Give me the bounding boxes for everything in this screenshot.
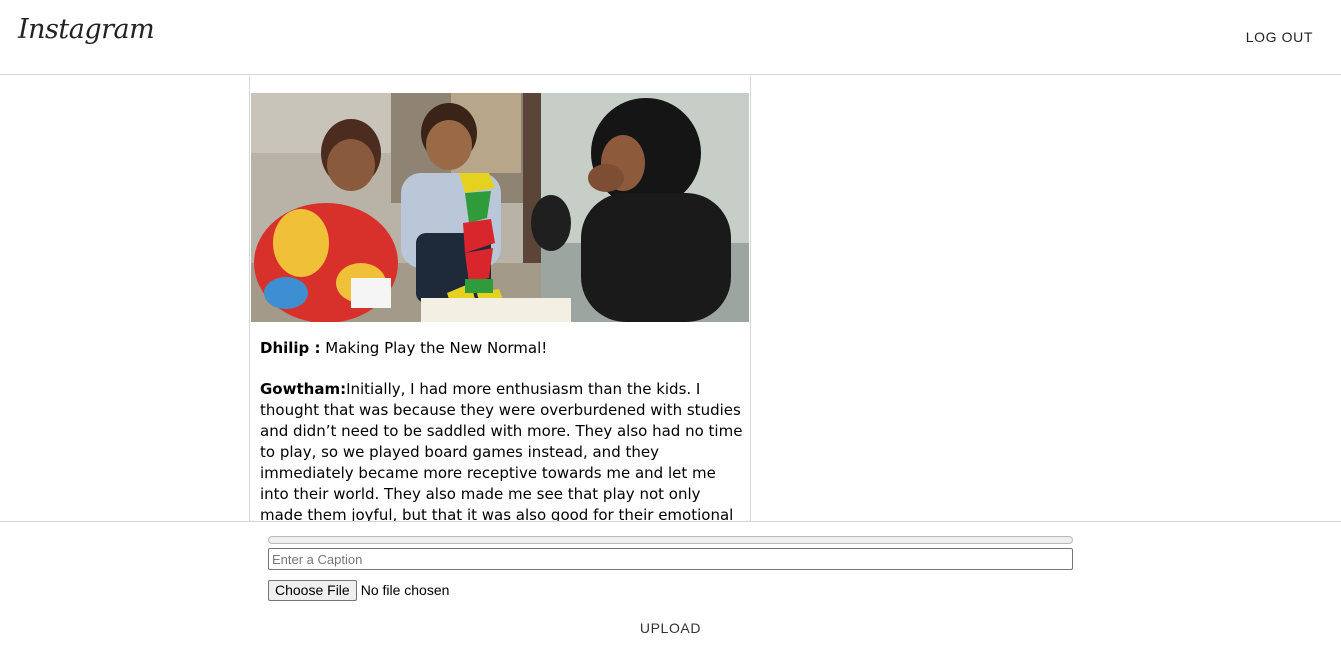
post-comment: Gowtham:Initially, I had more enthusiasm… — [260, 379, 744, 522]
choose-file-button[interactable]: Choose File — [268, 579, 357, 601]
top-header: Instagram LOG OUT — [0, 0, 1341, 75]
logout-button[interactable]: LOG OUT — [1246, 29, 1313, 45]
post-caption: Dhilip : Making Play the New Normal! — [260, 338, 744, 359]
comment-username[interactable]: Gowtham: — [260, 380, 346, 398]
file-picker: Choose File No file chosen — [268, 579, 449, 601]
upload-button[interactable]: UPLOAD — [640, 620, 701, 636]
upload-panel: Choose File No file chosen UPLOAD — [0, 521, 1341, 655]
caption-text: Making Play the New Normal! — [325, 339, 548, 357]
upload-row: UPLOAD — [0, 620, 1341, 636]
caption-input[interactable] — [268, 548, 1073, 570]
post-image — [251, 93, 749, 322]
instagram-logo[interactable]: Instagram — [18, 14, 155, 45]
post-text: Dhilip : Making Play the New Normal! Gow… — [260, 338, 744, 522]
post-card: Dhilip : Making Play the New Normal! Gow… — [249, 76, 751, 522]
caption-username[interactable]: Dhilip : — [260, 339, 321, 357]
children-playing-photo-icon — [251, 93, 749, 322]
file-status-text: No file chosen — [360, 582, 450, 598]
comment-text: Initially, I had more enthusiasm than th… — [260, 380, 743, 522]
upload-progress-bar — [268, 536, 1073, 544]
